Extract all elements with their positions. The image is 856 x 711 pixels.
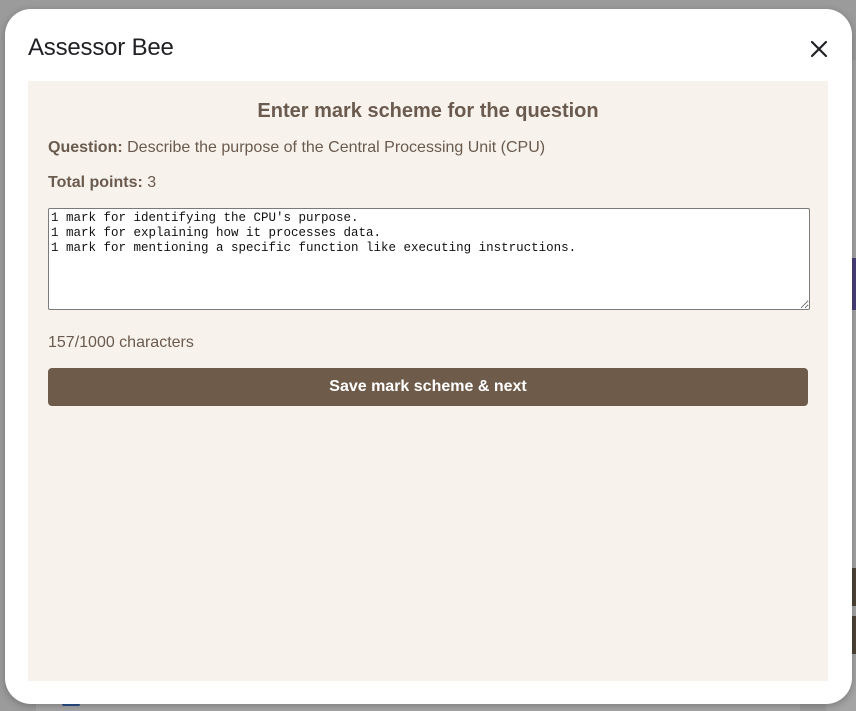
save-mark-scheme-button[interactable]: Save mark scheme & next — [48, 368, 808, 406]
close-icon — [810, 40, 828, 58]
total-points-row: Total points: 3 — [48, 174, 156, 192]
character-count: 157/1000 characters — [48, 334, 194, 351]
total-points-label: Total points: — [48, 174, 143, 191]
mark-scheme-input[interactable] — [48, 208, 810, 310]
mark-scheme-panel: Enter mark scheme for the question Quest… — [28, 81, 828, 681]
mark-scheme-dialog: Assessor Bee Enter mark scheme for the q… — [5, 9, 852, 704]
question-row: Question: Describe the purpose of the Ce… — [48, 139, 545, 157]
question-text: Describe the purpose of the Central Proc… — [127, 139, 546, 156]
close-button[interactable] — [807, 37, 831, 61]
panel-heading: Enter mark scheme for the question — [257, 100, 599, 122]
question-label: Question: — [48, 139, 123, 156]
total-points-value: 3 — [147, 174, 157, 191]
dialog-title: Assessor Bee — [28, 34, 174, 61]
